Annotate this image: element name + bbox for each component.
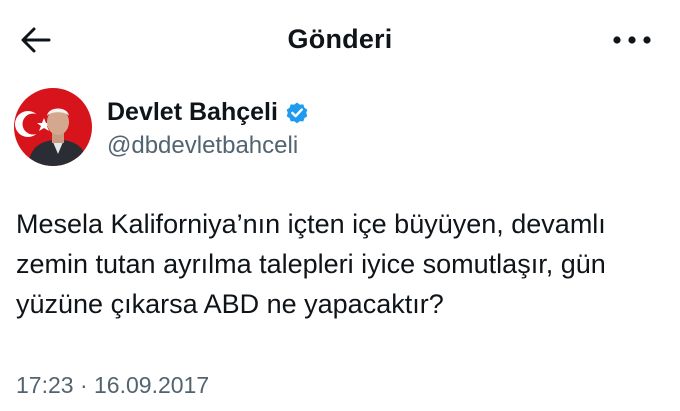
post-timestamp[interactable]: 17:23 · 16.09.2017	[16, 372, 209, 399]
timestamp-separator: ·	[79, 372, 88, 398]
avatar[interactable]	[14, 88, 92, 166]
user-handle[interactable]: @dbdevletbahceli	[107, 132, 298, 160]
more-options-button[interactable]	[602, 18, 662, 62]
top-bar: Gönderi	[0, 0, 680, 80]
more-horizontal-icon	[613, 36, 651, 44]
post-text: Mesela Kaliforniya’nın içten içe büyüyen…	[16, 209, 606, 319]
verified-badge-icon	[284, 100, 310, 126]
post-author: Devlet Bahçeli @dbdevletbahceli	[14, 88, 634, 168]
display-name[interactable]: Devlet Bahçeli	[107, 98, 278, 127]
page-title: Gönderi	[287, 24, 393, 54]
post-date: 16.09.2017	[94, 372, 210, 398]
post-time: 17:23	[16, 372, 74, 398]
display-name-row: Devlet Bahçeli	[107, 98, 310, 127]
